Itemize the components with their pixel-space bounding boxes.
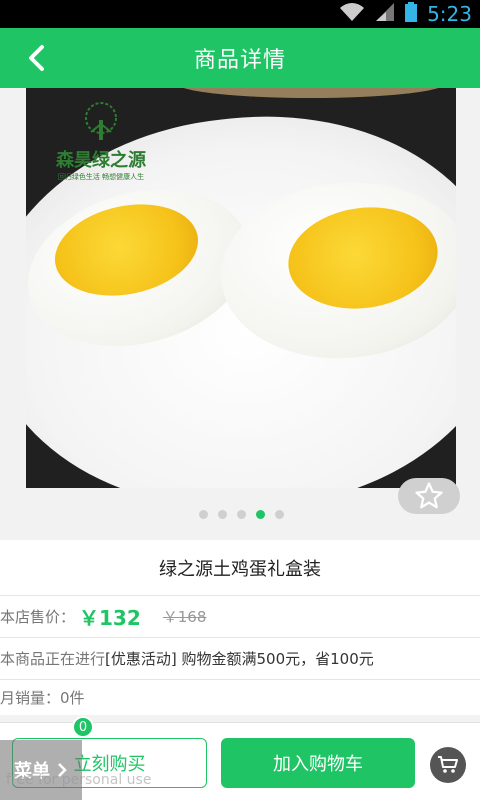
clock-time: 5:23 [427, 2, 472, 26]
logo-brand-text: 森昊绿之源 [56, 150, 146, 171]
carousel-dot[interactable] [217, 510, 227, 519]
signal-icon [375, 2, 395, 26]
chevron-left-icon [29, 45, 44, 71]
wifi-icon [339, 2, 365, 26]
brand-logo: 森昊绿之源 回归绿色生活 畅想健康人生 [46, 102, 156, 182]
add-to-cart-button[interactable]: 加入购物车 [221, 738, 415, 788]
battery-icon [405, 2, 418, 26]
title-bar: 商品详情 [0, 28, 480, 88]
original-price: ￥168 [162, 608, 207, 626]
product-name: 绿之源土鸡蛋礼盒装 [159, 558, 321, 580]
monthly-sales: 月销量：0件 [0, 689, 85, 707]
price-label: 本店售价： [0, 608, 76, 626]
favorite-button[interactable] [398, 478, 460, 514]
tree-logo-icon [85, 102, 117, 140]
floating-menu-button[interactable]: 菜单 [0, 740, 82, 800]
back-button[interactable] [18, 40, 54, 76]
star-icon [415, 482, 443, 509]
current-price: ￥132 [79, 606, 141, 630]
product-image[interactable]: 森昊绿之源 回归绿色生活 畅想健康人生 [26, 88, 456, 488]
cart-button[interactable] [430, 747, 466, 783]
promo-text: [优惠活动] 购物金额满500元，省100元 [105, 650, 374, 668]
carousel-dot[interactable] [274, 510, 284, 519]
logo-slogan-text: 回归绿色生活 畅想健康人生 [57, 173, 145, 181]
page-title: 商品详情 [193, 48, 286, 73]
bowl-decoration [176, 88, 446, 98]
price-row: 本店售价： ￥132 ￥168 [0, 595, 480, 637]
sales-row: 月销量：0件 [0, 679, 480, 715]
cart-count-badge: 0 [72, 716, 94, 738]
product-name-row: 绿之源土鸡蛋礼盒装 [0, 540, 480, 595]
carousel-dot[interactable] [198, 510, 208, 519]
status-bar: 5:23 [0, 0, 480, 28]
carousel-indicator [0, 510, 480, 519]
carousel-dot[interactable] [236, 510, 246, 519]
carousel-dot-active[interactable] [255, 510, 265, 519]
promo-prefix: 本商品正在进行 [0, 650, 106, 668]
promotion-row[interactable]: 本商品正在进行 [优惠活动] 购物金额满500元，省100元 [0, 637, 480, 679]
watermark-text: free for personal use [6, 772, 152, 788]
shopping-cart-icon [438, 756, 458, 773]
